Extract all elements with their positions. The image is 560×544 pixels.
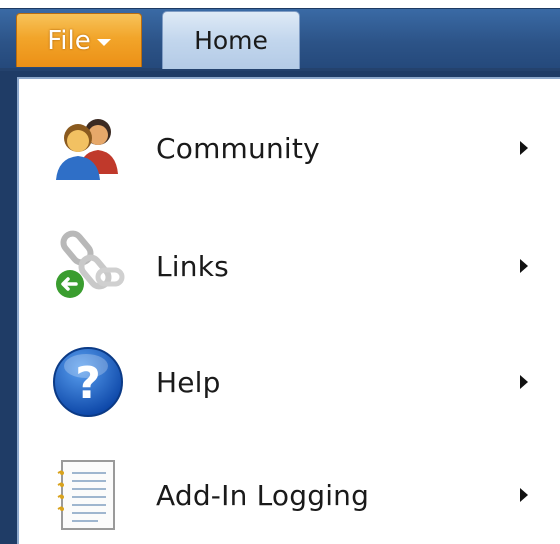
log-document-icon (45, 452, 131, 538)
file-tab[interactable]: File (16, 13, 142, 67)
menu-item-help-label: Help (156, 365, 221, 399)
community-people-icon (45, 105, 131, 191)
tab-home-label: Home (194, 26, 268, 55)
file-tab-label: File (47, 25, 91, 56)
tab-home[interactable]: Home (162, 11, 300, 69)
menu-item-add-in-logging[interactable]: Add-In Logging (19, 439, 560, 544)
links-chain-icon (45, 223, 131, 309)
dropdown-arrow-icon (96, 39, 111, 46)
submenu-arrow-icon (520, 259, 528, 273)
menu-item-community-label: Community (156, 131, 320, 165)
menu-item-community[interactable]: Community (19, 92, 560, 204)
menu-item-links[interactable]: Links (19, 210, 560, 322)
application-window: File Home Community Links ? Help Add-In … (0, 0, 560, 544)
submenu-arrow-icon (520, 488, 528, 502)
submenu-arrow-icon (520, 375, 528, 389)
submenu-arrow-icon (520, 141, 528, 155)
help-question-icon: ? (45, 339, 131, 425)
menu-item-add-in-logging-label: Add-In Logging (156, 478, 370, 512)
menu-item-help[interactable]: ? Help (19, 326, 560, 438)
svg-text:?: ? (75, 358, 101, 409)
menu-item-links-label: Links (156, 249, 229, 283)
